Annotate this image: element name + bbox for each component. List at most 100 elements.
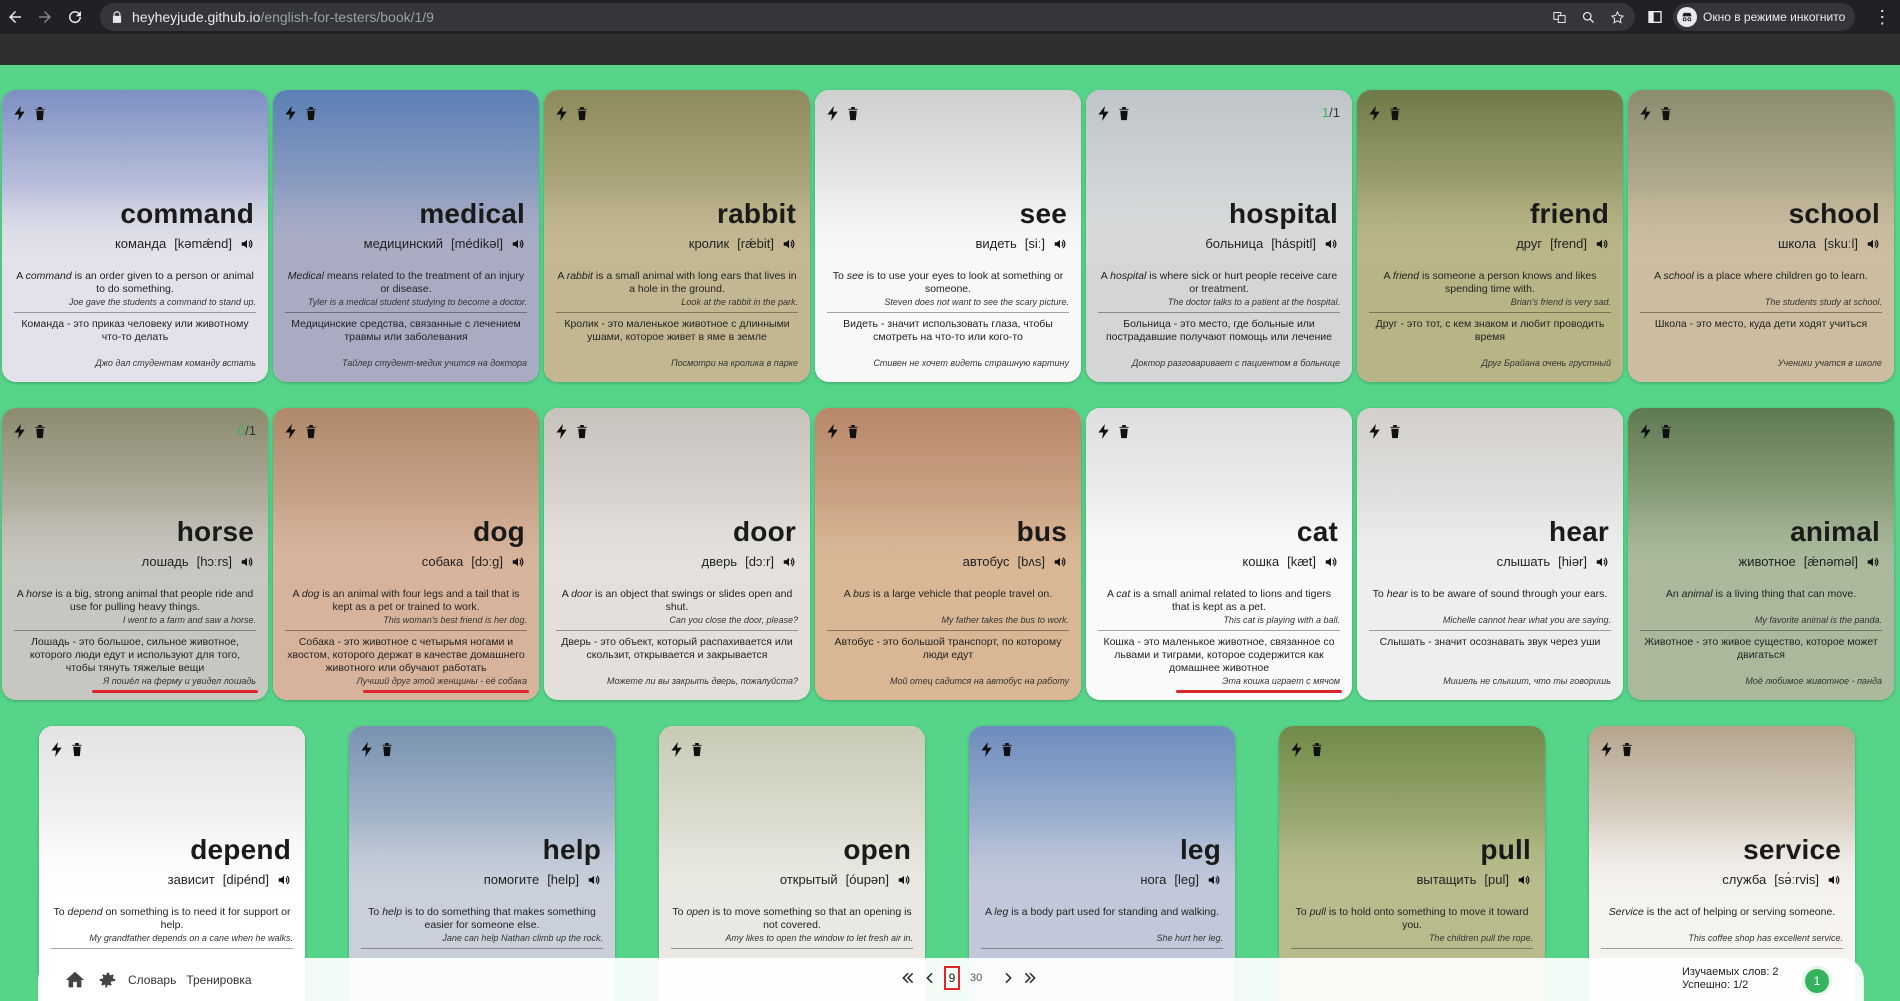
trash-icon[interactable]	[305, 424, 317, 439]
speaker-icon[interactable]	[240, 237, 254, 251]
word-card-command[interactable]: command команда [kəmǽnd] A command is an…	[2, 90, 268, 382]
lightning-icon[interactable]	[361, 742, 373, 757]
lightning-icon[interactable]	[556, 106, 568, 121]
settings-gear-icon[interactable]	[96, 969, 118, 991]
trash-icon[interactable]	[847, 424, 859, 439]
speaker-icon[interactable]	[511, 555, 525, 569]
translate-icon[interactable]	[1552, 10, 1567, 25]
lightning-icon[interactable]	[981, 742, 993, 757]
trash-icon[interactable]	[1001, 742, 1013, 757]
level-badge[interactable]: 1	[1802, 966, 1832, 996]
speaker-icon[interactable]	[1595, 555, 1609, 569]
lightning-icon[interactable]	[51, 742, 63, 757]
lightning-icon[interactable]	[671, 742, 683, 757]
speaker-icon[interactable]	[1053, 555, 1067, 569]
first-page-icon[interactable]	[900, 970, 916, 986]
word-card-cat[interactable]: cat кошка [kæt] A cat is a small animal …	[1086, 408, 1352, 700]
speaker-icon[interactable]	[240, 555, 254, 569]
trash-icon[interactable]	[691, 742, 703, 757]
zoom-icon[interactable]	[1581, 10, 1596, 25]
card-meaning: A friend is someone a person knows and l…	[1383, 270, 1597, 295]
word-card-horse[interactable]: 0/1 horse лошадь [hɔːrs] A horse is a bi…	[2, 408, 268, 700]
word-card-hear[interactable]: hear слышать [hiər] To hear is to be awa…	[1357, 408, 1623, 700]
card-meaning-ru: Больница - это место, где больные или по…	[1105, 318, 1333, 343]
trash-icon[interactable]	[847, 106, 859, 121]
speaker-icon[interactable]	[1866, 555, 1880, 569]
forward-button[interactable]	[30, 2, 60, 32]
lightning-icon[interactable]	[1098, 424, 1110, 439]
incognito-badge[interactable]: Окно в режиме инкогнито	[1673, 3, 1856, 31]
lightning-icon[interactable]	[1640, 106, 1652, 121]
lightning-icon[interactable]	[1369, 106, 1381, 121]
card-meaning-ru: Команда - это приказ человеку или животн…	[21, 318, 249, 343]
trash-icon[interactable]	[1311, 742, 1323, 757]
bookmark-star-icon[interactable]	[1610, 10, 1625, 25]
home-icon[interactable]	[64, 969, 86, 991]
speaker-icon[interactable]	[1517, 873, 1531, 887]
word-card-medical[interactable]: medical медицинский [médikəl] Medical me…	[273, 90, 539, 382]
speaker-icon[interactable]	[1207, 873, 1221, 887]
trash-icon[interactable]	[34, 106, 46, 121]
next-page-icon[interactable]	[1000, 970, 1016, 986]
trash-icon[interactable]	[305, 106, 317, 121]
speaker-icon[interactable]	[782, 237, 796, 251]
speaker-icon[interactable]	[511, 237, 525, 251]
last-page-icon[interactable]	[1022, 970, 1038, 986]
speaker-icon[interactable]	[1595, 237, 1609, 251]
trash-icon[interactable]	[1389, 106, 1401, 121]
lightning-icon[interactable]	[14, 424, 26, 439]
word-card-hospital[interactable]: 1/1 hospital больница [háspitl] A hospit…	[1086, 90, 1352, 382]
word-card-rabbit[interactable]: rabbit кролик [rǽbit] A rabbit is a smal…	[544, 90, 810, 382]
speaker-icon[interactable]	[1324, 555, 1338, 569]
lightning-icon[interactable]	[1291, 742, 1303, 757]
speaker-icon[interactable]	[1827, 873, 1841, 887]
lightning-icon[interactable]	[14, 106, 26, 121]
word-card-bus[interactable]: bus автобус [bʌs] A bus is a large vehic…	[815, 408, 1081, 700]
lightning-icon[interactable]	[285, 424, 297, 439]
address-bar[interactable]: heyheyjude.github.io/english-for-testers…	[100, 3, 1635, 31]
reload-button[interactable]	[60, 2, 90, 32]
training-link[interactable]: Тренировка	[186, 973, 251, 987]
trash-icon[interactable]	[1118, 424, 1130, 439]
trash-icon[interactable]	[1660, 106, 1672, 121]
dictionary-link[interactable]: Словарь	[128, 973, 176, 987]
trash-icon[interactable]	[1660, 424, 1672, 439]
lightning-icon[interactable]	[1640, 424, 1652, 439]
trash-icon[interactable]	[381, 742, 393, 757]
lightning-icon[interactable]	[827, 106, 839, 121]
word-card-door[interactable]: door дверь [dɔːr] A door is an object th…	[544, 408, 810, 700]
card-transcription: [help]	[547, 872, 579, 887]
prev-page-icon[interactable]	[922, 970, 938, 986]
speaker-icon[interactable]	[782, 555, 796, 569]
trash-icon[interactable]	[34, 424, 46, 439]
speaker-icon[interactable]	[1324, 237, 1338, 251]
lightning-icon[interactable]	[1369, 424, 1381, 439]
card-transcription: [skuːl]	[1824, 236, 1858, 251]
word-card-dog[interactable]: dog собака [dɔːg] A dog is an animal wit…	[273, 408, 539, 700]
trash-icon[interactable]	[576, 424, 588, 439]
speaker-icon[interactable]	[897, 873, 911, 887]
word-card-friend[interactable]: friend друг [frend] A friend is someone …	[1357, 90, 1623, 382]
lightning-icon[interactable]	[1098, 106, 1110, 121]
browser-menu-icon[interactable]: ⋮	[1873, 7, 1891, 28]
lightning-icon[interactable]	[285, 106, 297, 121]
speaker-icon[interactable]	[1866, 237, 1880, 251]
trash-icon[interactable]	[1118, 106, 1130, 121]
side-panel-icon[interactable]	[1647, 9, 1663, 25]
word-card-school[interactable]: school школа [skuːl] A school is a place…	[1628, 90, 1894, 382]
word-card-see[interactable]: see видеть [siː] To see is to use your e…	[815, 90, 1081, 382]
back-button[interactable]	[0, 2, 30, 32]
card-transcription: [dipénd]	[222, 872, 269, 887]
word-card-animal[interactable]: animal животное [ǽnəməl] An animal is a …	[1628, 408, 1894, 700]
trash-icon[interactable]	[1389, 424, 1401, 439]
trash-icon[interactable]	[576, 106, 588, 121]
lightning-icon[interactable]	[827, 424, 839, 439]
speaker-icon[interactable]	[587, 873, 601, 887]
speaker-icon[interactable]	[1053, 237, 1067, 251]
trash-icon[interactable]	[1621, 742, 1633, 757]
lightning-icon[interactable]	[1601, 742, 1613, 757]
trash-icon[interactable]	[71, 742, 83, 757]
lightning-icon[interactable]	[556, 424, 568, 439]
speaker-icon[interactable]	[277, 873, 291, 887]
current-page-number[interactable]: 9	[944, 966, 960, 990]
